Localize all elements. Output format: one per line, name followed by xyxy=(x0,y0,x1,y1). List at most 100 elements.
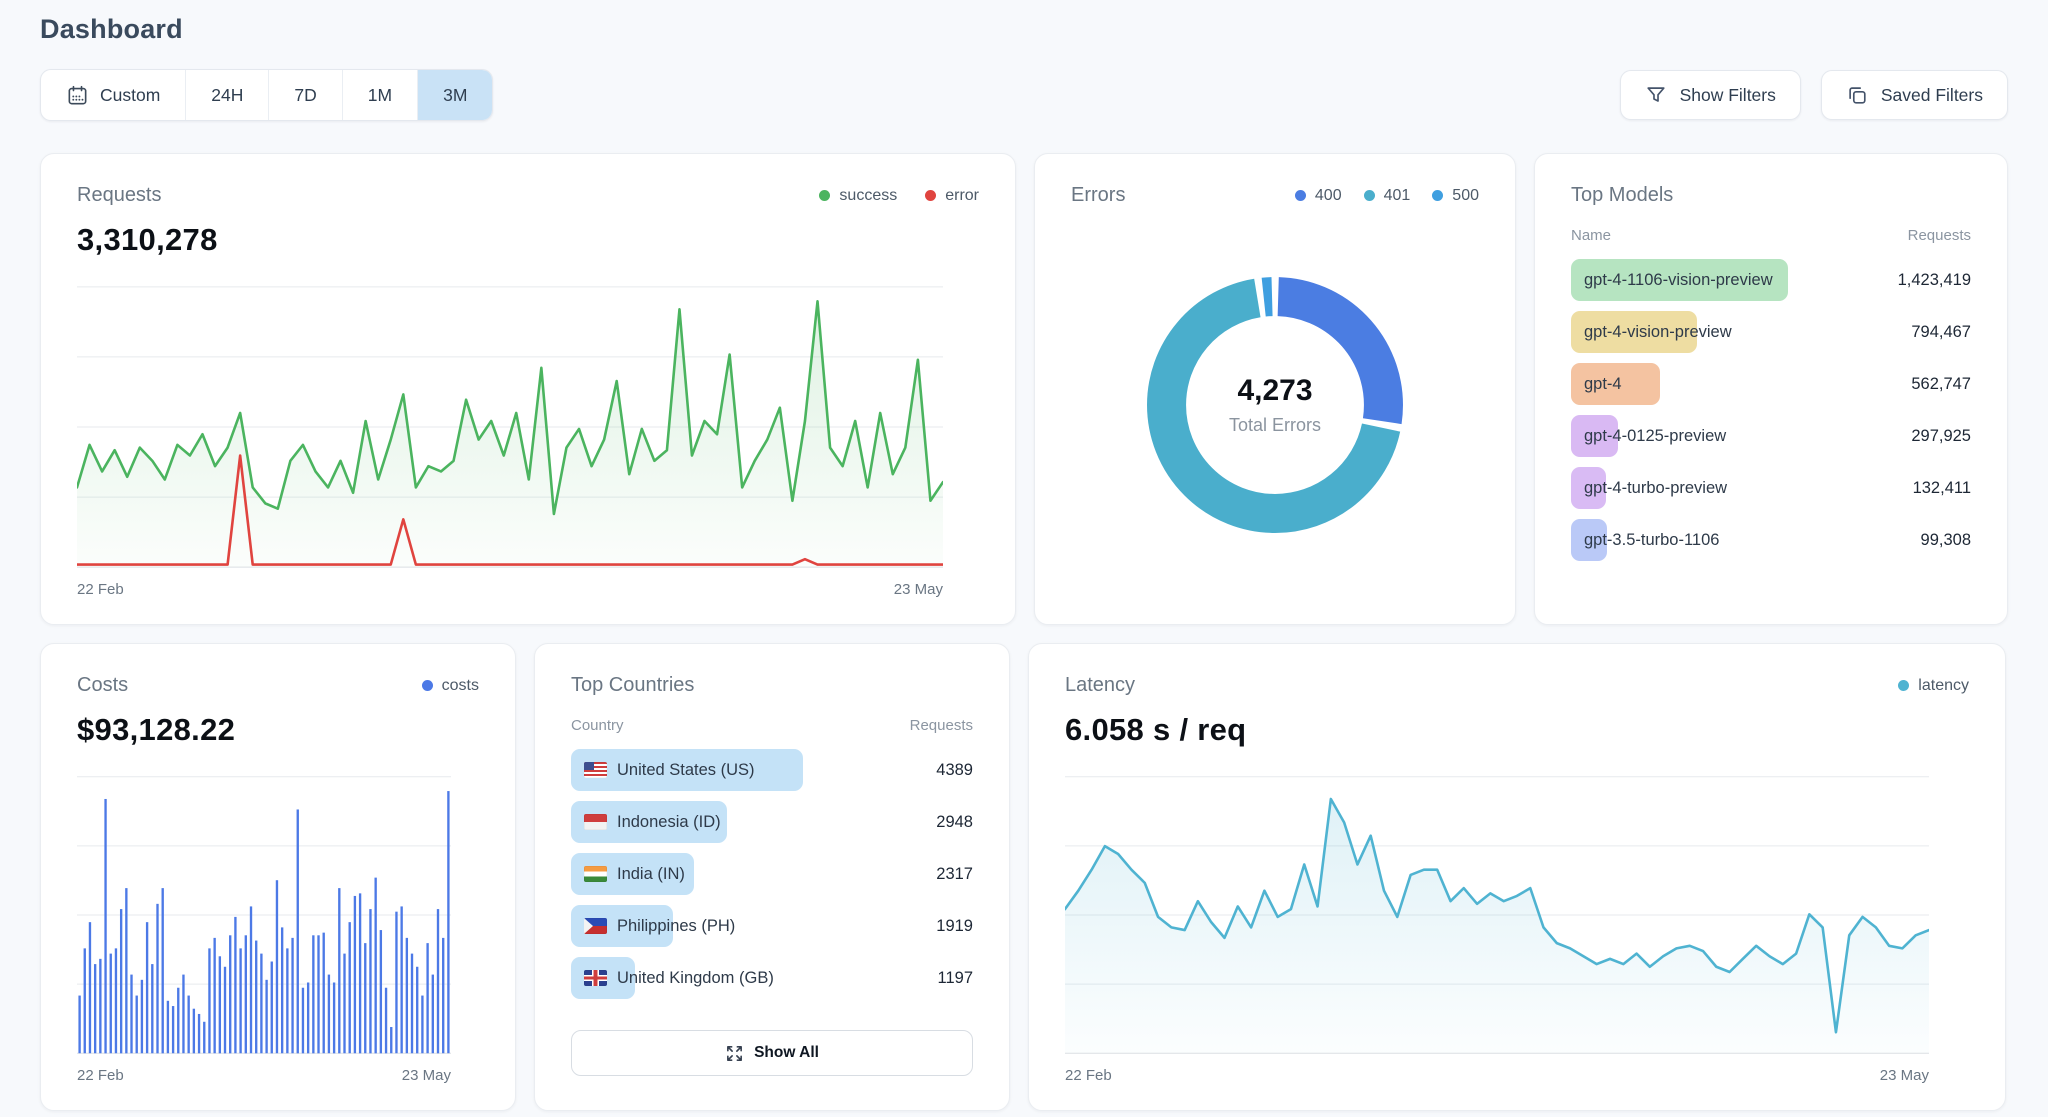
country-cell: Indonesia (ID) xyxy=(571,801,928,843)
flag-us-icon xyxy=(584,762,607,778)
toolbar: Custom 24H7D1M 3M Show Filters Saved Filte… xyxy=(40,69,2008,121)
x-axis-start-label: 22 Feb xyxy=(77,581,124,598)
top-countries-title: Top Countries xyxy=(571,674,694,697)
column-header-country: Country xyxy=(571,717,624,734)
requests-x-axis: 22 Feb 23 May xyxy=(77,581,943,598)
costs-chart-area xyxy=(77,772,451,1058)
x-axis-end-label: 23 May xyxy=(1880,1067,1929,1084)
range-button-1m[interactable]: 1M xyxy=(343,70,418,120)
table-row: Philippines (PH)1919 xyxy=(571,900,973,952)
toolbar-right: Show Filters Saved Filters xyxy=(1620,70,2008,120)
table-row: Indonesia (ID)2948 xyxy=(571,796,973,848)
country-requests: 1197 xyxy=(938,969,973,988)
table-row: gpt-4-vision-preview794,467 xyxy=(1571,306,1971,358)
cards-row-1: Requests successerror 3,310,278 22 Feb 2… xyxy=(40,153,2008,625)
model-cell: gpt-4 xyxy=(1571,363,1903,405)
show-all-button[interactable]: Show All xyxy=(571,1030,973,1076)
top-models-header: Top Models xyxy=(1571,184,1971,207)
top-countries-column-headers: Country Requests xyxy=(571,717,973,734)
table-row: United States (US)4389 xyxy=(571,744,973,796)
errors-subtitle: Total Errors xyxy=(1229,415,1321,436)
flag-ph-icon xyxy=(584,918,607,934)
range-label: 3M xyxy=(443,85,467,106)
country-name-label: United States (US) xyxy=(617,761,755,780)
x-axis-start-label: 22 Feb xyxy=(77,1067,124,1084)
model-cell: gpt-4-0125-preview xyxy=(1571,415,1903,457)
country-cell: United Kingdom (GB) xyxy=(571,957,930,999)
legend-label: 401 xyxy=(1384,187,1411,205)
x-axis-end-label: 23 May xyxy=(402,1067,451,1084)
legend-item-costs[interactable]: costs xyxy=(422,677,479,695)
model-name: gpt-4-1106-vision-preview xyxy=(1571,271,1773,290)
model-cell: gpt-3.5-turbo-1106 xyxy=(1571,519,1913,561)
legend-dot-icon xyxy=(819,190,830,201)
range-label: Custom xyxy=(100,85,160,106)
saved-filters-label: Saved Filters xyxy=(1881,85,1983,106)
errors-card-title: Errors xyxy=(1071,184,1125,207)
top-models-card: Top Models Name Requests gpt-4-1106-visi… xyxy=(1534,153,2008,625)
range-button-3m[interactable]: 3M xyxy=(418,70,492,120)
column-header-name: Name xyxy=(1571,227,1611,244)
errors-legend: 400 401 500 xyxy=(1295,187,1479,205)
dashboard-page: Dashboard Custom 24H7D1M 3M Show Filters S… xyxy=(0,0,2048,1111)
legend-item-401[interactable]: 401 xyxy=(1364,187,1411,205)
model-requests: 1,423,419 xyxy=(1898,271,1971,290)
show-all-label: Show All xyxy=(754,1044,819,1062)
model-name: gpt-4-vision-preview xyxy=(1571,323,1732,342)
saved-filters-button[interactable]: Saved Filters xyxy=(1821,70,2008,120)
latency-chart-area xyxy=(1065,772,1929,1058)
model-name: gpt-4 xyxy=(1571,375,1622,394)
errors-donut-center: 4,273 Total Errors xyxy=(1229,374,1321,436)
top-models-rows: gpt-4-1106-vision-preview1,423,419gpt-4-… xyxy=(1571,254,1971,566)
model-requests: 99,308 xyxy=(1921,531,1971,550)
costs-total: $93,128.22 xyxy=(77,712,479,748)
cards-row-2: Costs costs $93,128.22 22 Feb 23 May Top… xyxy=(40,643,2008,1111)
legend-item-success[interactable]: success xyxy=(819,187,897,205)
requests-total: 3,310,278 xyxy=(77,222,979,258)
model-name: gpt-3.5-turbo-1106 xyxy=(1571,531,1719,550)
country-name: India (IN) xyxy=(571,865,685,884)
legend-item-error[interactable]: error xyxy=(925,187,979,205)
model-cell: gpt-4-turbo-preview xyxy=(1571,467,1905,509)
show-filters-label: Show Filters xyxy=(1680,85,1776,106)
show-filters-button[interactable]: Show Filters xyxy=(1620,70,1801,120)
range-button-custom[interactable]: Custom xyxy=(41,70,186,120)
country-name-label: Indonesia (ID) xyxy=(617,813,721,832)
legend-item-500[interactable]: 500 xyxy=(1432,187,1479,205)
top-countries-header: Top Countries xyxy=(571,674,973,697)
country-requests: 2317 xyxy=(936,865,973,884)
flag-gb-icon xyxy=(584,970,607,986)
calendar-icon xyxy=(66,84,89,107)
legend-label: costs xyxy=(442,677,479,695)
costs-x-axis: 22 Feb 23 May xyxy=(77,1067,451,1084)
legend-dot-icon xyxy=(1364,190,1375,201)
latency-legend: latency xyxy=(1898,677,1969,695)
model-cell: gpt-4-vision-preview xyxy=(1571,311,1903,353)
range-button-7d[interactable]: 7D xyxy=(269,70,342,120)
country-requests: 1919 xyxy=(936,917,973,936)
column-header-requests: Requests xyxy=(910,717,973,734)
errors-card: Errors 400 401 500 4,273 Total Errors xyxy=(1034,153,1516,625)
top-models-column-headers: Name Requests xyxy=(1571,227,1971,244)
model-requests: 297,925 xyxy=(1911,427,1971,446)
country-cell: United States (US) xyxy=(571,749,928,791)
page-title: Dashboard xyxy=(40,14,2008,45)
requests-line-chart xyxy=(77,282,943,572)
country-cell: India (IN) xyxy=(571,853,928,895)
costs-bar-chart xyxy=(77,772,451,1058)
range-button-24h[interactable]: 24H xyxy=(186,70,269,120)
top-models-title: Top Models xyxy=(1571,184,1673,207)
model-name: gpt-4-turbo-preview xyxy=(1571,479,1727,498)
legend-dot-icon xyxy=(925,190,936,201)
legend-label: error xyxy=(945,187,979,205)
copy-icon xyxy=(1846,84,1868,106)
country-name-label: United Kingdom (GB) xyxy=(617,969,774,988)
country-name-label: India (IN) xyxy=(617,865,685,884)
table-row: gpt-3.5-turbo-1106 99,308 xyxy=(1571,514,1971,566)
latency-line-chart xyxy=(1065,772,1929,1058)
legend-label: 500 xyxy=(1452,187,1479,205)
legend-item-latency[interactable]: latency xyxy=(1898,677,1969,695)
legend-item-400[interactable]: 400 xyxy=(1295,187,1342,205)
flag-in-icon xyxy=(584,866,607,882)
table-row: gpt-4-1106-vision-preview 1,423,419 xyxy=(1571,254,1971,306)
